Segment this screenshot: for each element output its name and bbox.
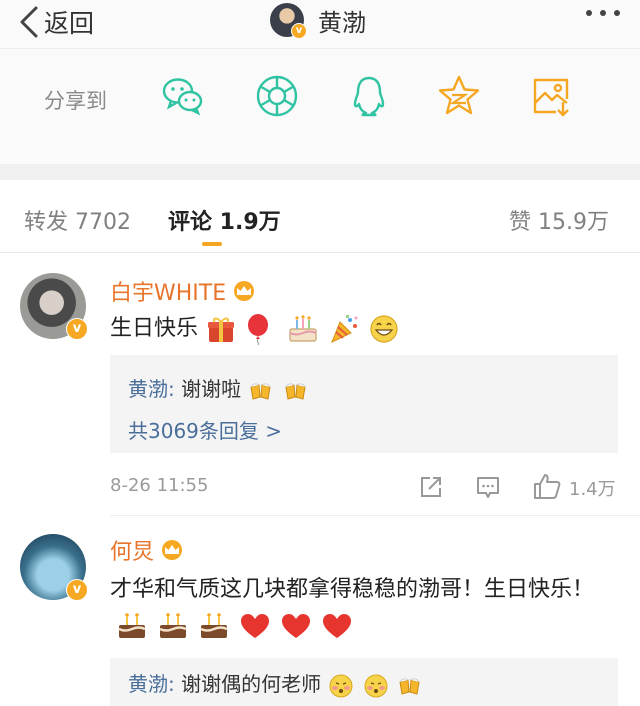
cake-emoji-icon [159, 613, 187, 638]
view-all-replies-link[interactable]: 共3069条回复 > [128, 415, 282, 444]
verified-badge-icon: v [66, 318, 88, 340]
heart-emoji-icon [323, 614, 351, 638]
comment-text: 生日快乐 [110, 311, 616, 347]
grin-emoji-icon [370, 315, 398, 343]
like-count: 1.4万 [569, 479, 616, 500]
top-nav-bar: 返回 v 黄渤 [0, 0, 640, 48]
avatar[interactable]: v [20, 534, 88, 601]
tab-comment[interactable]: 评论 1.9万 [168, 204, 281, 236]
moments-icon[interactable] [254, 73, 300, 119]
back-button[interactable]: 返回 [16, 4, 94, 40]
heart-emoji-icon [282, 614, 310, 638]
comment-username[interactable]: 白宇WHITE [110, 275, 258, 307]
crown-badge-icon [162, 540, 183, 560]
cheers-emoji-icon [399, 677, 420, 695]
cheers-emoji-icon [250, 382, 272, 400]
party-popper-emoji-icon [331, 315, 358, 343]
active-tab-indicator [202, 242, 222, 246]
avatar[interactable]: v [270, 3, 307, 39]
reply-author[interactable]: 黄渤: [128, 377, 175, 401]
page-title: 黄渤 [318, 8, 366, 37]
balloon-emoji-icon [248, 314, 269, 345]
reply-preview[interactable]: 黄渤: 谢谢啦 共3069条回复 > [110, 355, 618, 453]
chevron-left-icon [20, 6, 38, 38]
blush-emoji-icon [364, 674, 388, 697]
section-divider [0, 164, 640, 180]
reply-line: 黄渤: 谢谢偶的何老师 [128, 668, 424, 699]
comment-username[interactable]: 何炅 [110, 534, 186, 566]
like-icon[interactable] [532, 471, 562, 501]
share-label: 分享到 [44, 89, 107, 113]
avatar[interactable]: v [20, 273, 88, 340]
cake-emoji-icon [289, 315, 317, 342]
comment-item: v 白宇WHITE 生日快乐 黄渤: 谢谢啦 共3069条回复 > 8-26 1… [0, 253, 640, 515]
qq-icon[interactable] [346, 73, 392, 119]
tab-like[interactable]: 赞 15.9万 [509, 204, 609, 236]
crown-badge-icon [234, 281, 255, 301]
tab-repost[interactable]: 转发 7702 [24, 204, 131, 236]
cake-emoji-icon [118, 613, 146, 638]
share-icon[interactable] [418, 474, 444, 500]
comment-timestamp: 8-26 11:55 [110, 475, 209, 496]
comment-icon[interactable] [475, 474, 501, 500]
share-bar: 分享到 [0, 48, 640, 165]
cheers-emoji-icon [285, 382, 306, 400]
heart-emoji-icon [241, 614, 269, 638]
profile-header[interactable]: v 黄渤 [270, 2, 366, 39]
blush-emoji-icon [329, 674, 353, 697]
verified-badge-icon: v [291, 23, 307, 39]
more-options-button[interactable] [586, 10, 620, 16]
reply-text: 谢谢偶的何老师 [181, 672, 322, 696]
save-image-icon[interactable] [528, 73, 574, 119]
verified-badge-icon: v [66, 579, 88, 601]
comment-text: 才华和气质这几块都拿得稳稳的渤哥！生日快乐！ [110, 572, 616, 644]
back-label: 返回 [44, 9, 95, 38]
wechat-icon[interactable] [160, 73, 206, 119]
qzone-icon[interactable] [436, 73, 482, 119]
reply-line: 黄渤: 谢谢啦 [128, 373, 310, 403]
cake-emoji-icon [200, 613, 228, 638]
comment-item: v 何炅 才华和气质这几块都拿得稳稳的渤哥！生日快乐！ 黄渤: 谢谢偶的何老师 [0, 516, 640, 706]
gift-emoji-icon [208, 317, 235, 342]
reply-text: 谢谢啦 [181, 377, 242, 401]
tab-bar: 转发 7702 评论 1.9万 赞 15.9万 [0, 180, 640, 253]
reply-author[interactable]: 黄渤: [128, 672, 175, 696]
reply-preview[interactable]: 黄渤: 谢谢偶的何老师 [110, 658, 618, 706]
